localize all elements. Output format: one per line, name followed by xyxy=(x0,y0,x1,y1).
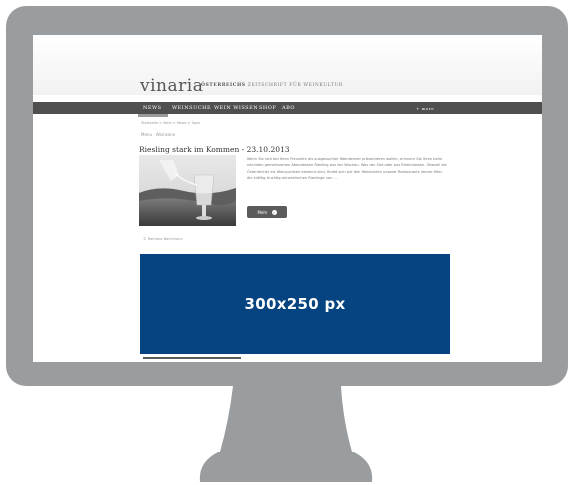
article-image[interactable] xyxy=(139,155,236,226)
ad-size-label: 300x250 px xyxy=(244,295,346,313)
wine-glass-photo xyxy=(139,155,236,226)
nav-active-indicator xyxy=(138,114,168,117)
footer-strip xyxy=(143,357,241,359)
nav-item-abo[interactable]: ABO xyxy=(282,105,295,111)
monitor-frame: vinaria ÖSTERREICHS ZEITSCHRIFT FÜR WEIN… xyxy=(6,6,568,386)
site-logo[interactable]: vinaria xyxy=(140,76,203,96)
section-menu[interactable]: Menu · Weinzone xyxy=(141,132,175,137)
ad-placeholder[interactable]: 300x250 px xyxy=(140,254,450,354)
article-title[interactable]: Riesling stark im Kommen - 23.10.2013 xyxy=(139,145,290,154)
nav-item-shop[interactable]: SHOP xyxy=(259,105,276,111)
nav-item-wein-wissen[interactable]: WEIN WISSEN xyxy=(214,105,258,111)
main-navbar: NEWS WEINSUCHE WEIN WISSEN SHOP ABO + mo… xyxy=(33,102,542,114)
article-excerpt: Wenn Sie sich bei Ihren Freunden als aus… xyxy=(247,157,447,180)
more-button-label: Mehr xyxy=(257,209,268,215)
monitor-screen: vinaria ÖSTERREICHS ZEITSCHRIFT FÜR WEIN… xyxy=(33,35,542,362)
nav-item-weinsuche[interactable]: WEINSUCHE xyxy=(172,105,211,111)
more-button[interactable]: Mehr › xyxy=(247,206,287,218)
nav-more-link[interactable]: + more xyxy=(416,106,434,111)
tagline-rest: ZEITSCHRIFT FÜR WEINKULTUR xyxy=(247,83,343,88)
chevron-right-icon: › xyxy=(271,209,277,215)
photo-credit: © Romana Bachmann xyxy=(143,237,183,241)
nav-item-news[interactable]: NEWS xyxy=(143,105,162,111)
tagline-bold: ÖSTERREICHS xyxy=(201,83,246,88)
breadcrumb[interactable]: Startseite > Wein > News > Topic xyxy=(141,121,200,125)
site-tagline: ÖSTERREICHS ZEITSCHRIFT FÜR WEINKULTUR xyxy=(201,83,343,88)
